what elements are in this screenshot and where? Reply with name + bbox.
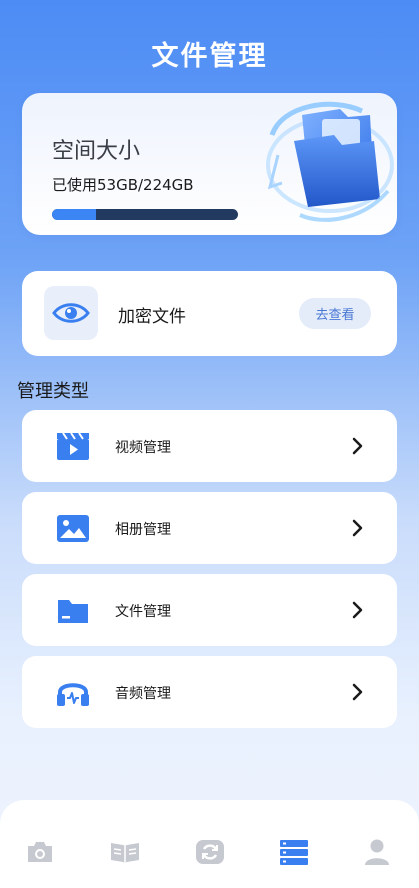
chevron-right-icon <box>352 601 363 619</box>
section-title: 管理类型 <box>17 381 89 402</box>
menu-item-audio[interactable]: 音频管理 <box>22 656 397 728</box>
menu-item-video[interactable]: 视频管理 <box>22 410 397 482</box>
chevron-right-icon <box>352 519 363 537</box>
tab-storage[interactable] <box>278 837 310 867</box>
bottom-tab-bar <box>0 800 419 888</box>
book-icon <box>111 843 139 863</box>
storage-progress-fill <box>52 209 96 220</box>
menu-item-album[interactable]: 相册管理 <box>22 492 397 564</box>
tab-refresh[interactable] <box>194 837 226 867</box>
tab-book[interactable] <box>109 837 141 867</box>
storage-progress-bar <box>52 209 238 220</box>
encrypted-files-card[interactable]: 加密文件 去查看 <box>22 271 397 356</box>
storage-card: 空间大小 已使用53GB/224GB <box>22 93 397 235</box>
page-title: 文件管理 <box>151 41 268 72</box>
camera-icon <box>28 842 52 862</box>
view-button[interactable]: 去查看 <box>299 298 371 329</box>
tab-profile[interactable] <box>361 837 393 867</box>
image-icon <box>57 515 89 542</box>
eye-icon <box>44 286 98 340</box>
storage-used-text: 已使用53GB/224GB <box>52 176 194 194</box>
chevron-right-icon <box>352 683 363 701</box>
menu-item-label: 音频管理 <box>115 686 171 702</box>
folder-icon <box>58 600 88 623</box>
tab-camera[interactable] <box>24 837 56 867</box>
folder-illustration-icon <box>266 101 394 222</box>
user-icon <box>365 839 389 865</box>
menu-item-label: 文件管理 <box>115 604 171 620</box>
video-clapper-icon <box>57 432 89 460</box>
storage-list-icon <box>280 840 308 865</box>
chevron-right-icon <box>352 437 363 455</box>
menu-item-label: 相册管理 <box>115 522 171 538</box>
storage-title: 空间大小 <box>52 139 141 164</box>
menu-item-files[interactable]: 文件管理 <box>22 574 397 646</box>
encrypted-files-label: 加密文件 <box>118 307 186 327</box>
menu-item-label: 视频管理 <box>115 440 171 456</box>
refresh-icon <box>196 840 224 864</box>
headphones-icon <box>57 683 89 706</box>
